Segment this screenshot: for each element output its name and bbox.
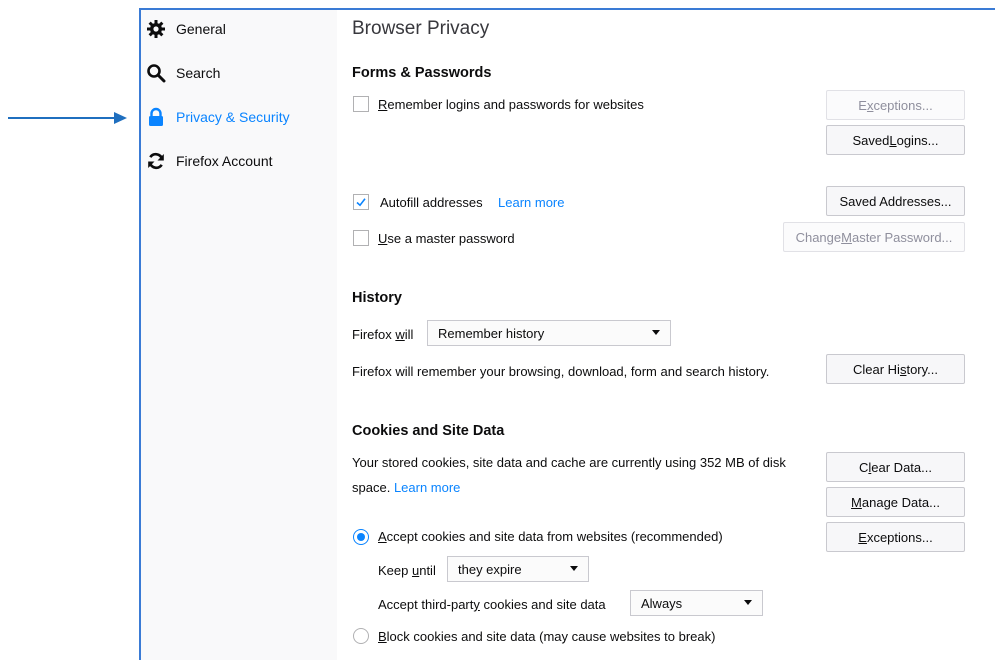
sidebar-item-label: Privacy & Security: [176, 109, 290, 125]
sidebar-item-label: Search: [176, 65, 221, 81]
history-mode-value: Remember history: [438, 325, 545, 341]
checkmark-icon: [356, 198, 366, 207]
chevron-down-icon: [652, 330, 660, 335]
page-title: Browser Privacy: [352, 18, 490, 39]
master-password-checkbox[interactable]: [353, 230, 369, 246]
master-password-label: Use a master password: [378, 231, 515, 246]
sidebar-item-privacy-security[interactable]: Privacy & Security: [141, 95, 337, 139]
autofill-addresses-checkbox[interactable]: [353, 194, 369, 210]
cookies-usage-description: Your stored cookies, site data and cache…: [352, 455, 786, 470]
third-party-cookies-label: Accept third-party cookies and site data: [378, 597, 606, 612]
cookie-exceptions-button[interactable]: Exceptions...: [826, 522, 965, 552]
history-description: Firefox will remember your browsing, dow…: [352, 364, 770, 379]
chevron-down-icon: [570, 566, 578, 571]
chevron-down-icon: [744, 600, 752, 605]
third-party-value: Always: [641, 595, 683, 611]
sync-icon: [146, 151, 166, 171]
section-heading-cookies: Cookies and Site Data: [352, 423, 505, 439]
cookies-usage-description-cont: space. Learn more: [352, 480, 461, 495]
lock-icon: [146, 107, 166, 127]
annotation-arrow-icon: [8, 112, 127, 124]
manage-data-button[interactable]: Manage Data...: [826, 487, 965, 517]
saved-addresses-button[interactable]: Saved Addresses...: [826, 186, 965, 216]
keep-until-label: Keep until: [378, 563, 436, 578]
search-icon: [146, 63, 166, 83]
sidebar-item-label: Firefox Account: [176, 153, 273, 169]
clear-data-button[interactable]: Cl ear Data...: [826, 452, 965, 482]
accept-cookies-radio[interactable]: [353, 529, 369, 545]
sidebar-item-search[interactable]: Search: [141, 51, 337, 95]
accept-cookies-label: Accept cookies and site data from websit…: [378, 529, 723, 544]
history-mode-dropdown[interactable]: Remember history: [427, 320, 671, 346]
keep-until-dropdown[interactable]: they expire: [447, 556, 589, 582]
sidebar-item-general[interactable]: General: [141, 7, 337, 51]
login-exceptions-button[interactable]: Ex ceptions...: [826, 90, 965, 120]
block-cookies-label: Block cookies and site data (may cause w…: [378, 629, 716, 644]
remember-logins-checkbox[interactable]: [353, 96, 369, 112]
block-cookies-radio[interactable]: [353, 628, 369, 644]
gear-icon: [146, 19, 166, 39]
cookies-learn-more-link[interactable]: Learn more: [394, 480, 460, 495]
keep-until-value: they expire: [458, 561, 522, 577]
autofill-learn-more-link[interactable]: Learn more: [498, 195, 564, 210]
sidebar-item-firefox-account[interactable]: Firefox Account: [141, 139, 337, 183]
saved-logins-button[interactable]: Saved Logins...: [826, 125, 965, 155]
autofill-addresses-label: Autofill addresses: [380, 195, 483, 210]
change-master-password-button[interactable]: Change Master Password...: [783, 222, 965, 252]
history-mode-label: Firefox will: [352, 327, 414, 342]
section-heading-history: History: [352, 290, 402, 306]
remember-logins-label: Remember logins and passwords for websit…: [378, 97, 644, 112]
third-party-cookies-dropdown[interactable]: Always: [630, 590, 763, 616]
sidebar-item-label: General: [176, 21, 226, 37]
clear-history-button[interactable]: Clear Hi s tory...: [826, 354, 965, 384]
section-heading-forms-passwords: Forms & Passwords: [352, 65, 492, 81]
